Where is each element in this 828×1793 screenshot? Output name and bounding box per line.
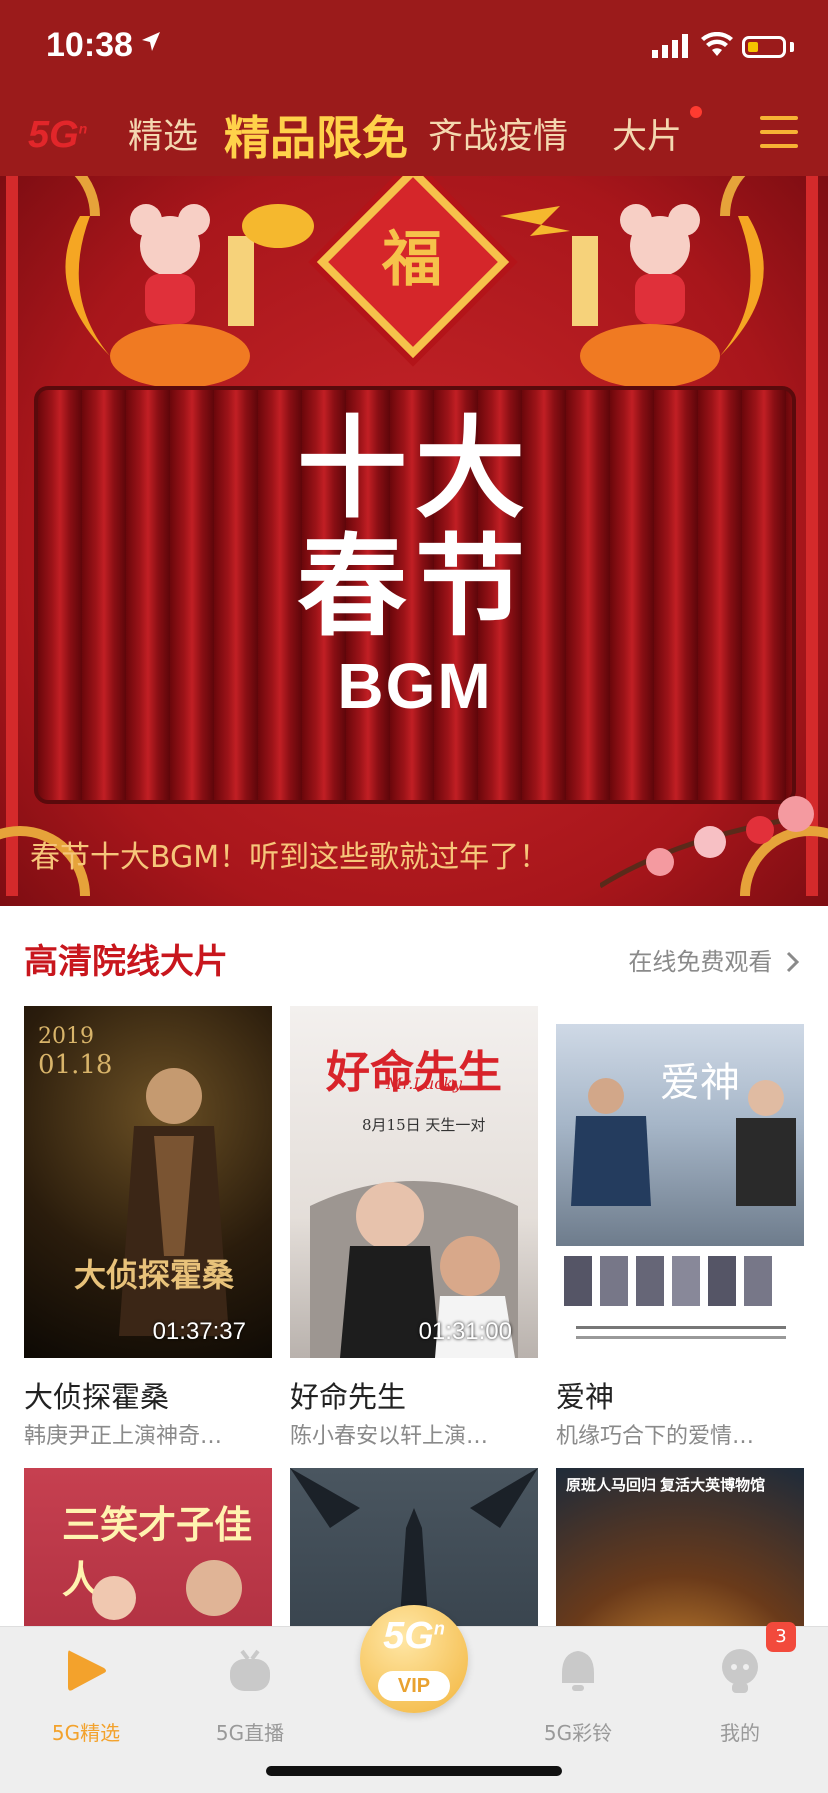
- tab-dapian[interactable]: 大片: [612, 108, 682, 159]
- play-icon: [68, 1650, 106, 1691]
- tab-label: 5G精选: [51, 1721, 121, 1745]
- movie-title: 爱神: [556, 1380, 615, 1414]
- poster-title: 大侦探霍桑: [74, 1256, 235, 1294]
- movie-description: 陈小春安以轩上演…: [290, 1424, 489, 1449]
- new-dot-indicator: [690, 106, 702, 118]
- section-title: 高清院线大片: [24, 942, 228, 982]
- banner-title-line1: 十大: [297, 404, 533, 533]
- banner-title: 十大 春节 BGM: [38, 410, 792, 726]
- curtain-backdrop: 十大 春节 BGM: [34, 386, 796, 804]
- tab-qizhan-yiqing[interactable]: 齐战疫情: [428, 108, 568, 159]
- movie-poster[interactable]: [290, 1468, 538, 1628]
- notification-badge: 3: [766, 1622, 796, 1652]
- menu-icon[interactable]: [760, 116, 798, 150]
- duration-label: 01:37:37: [152, 1318, 246, 1345]
- status-time: 10:38: [46, 26, 133, 64]
- status-bar: 10:38: [0, 0, 828, 96]
- see-more-link[interactable]: 在线免费观看: [628, 942, 800, 977]
- movie-poster[interactable]: 三笑才子佳人: [24, 1468, 272, 1628]
- movie-card[interactable]: 三笑才子佳人: [24, 1468, 272, 1628]
- movie-poster[interactable]: 2019 01.18 大侦探霍桑 01:37:37: [24, 1006, 272, 1358]
- hero-banner[interactable]: 福 十大 春节 BGM 春节十大BGM！听到这些歌就过年了！: [0, 176, 828, 906]
- banner-title-line3: BGM: [337, 650, 493, 722]
- movie-poster[interactable]: 爱神: [556, 1006, 804, 1358]
- banner-title-line2: 春节: [297, 522, 533, 651]
- battery-icon: [742, 36, 786, 58]
- poster-castle: [290, 1468, 538, 1618]
- movie-description: 机缘巧合下的爱情…: [556, 1424, 755, 1449]
- poster-date: 01.18: [38, 1050, 113, 1080]
- 5g-logo[interactable]: 5Gn: [28, 114, 87, 157]
- chevron-right-icon: [786, 951, 800, 973]
- tab-jingpin-xianmian[interactable]: 精品限免: [224, 102, 408, 168]
- movie-card[interactable]: [290, 1468, 538, 1628]
- plum-blossom-decoration: [600, 796, 814, 889]
- bell-icon: [562, 1651, 594, 1691]
- duration-label: 01:31:00: [418, 1318, 512, 1345]
- home-indicator: [266, 1766, 562, 1776]
- tab-label: 我的: [720, 1721, 760, 1745]
- movie-poster[interactable]: 好命先生 Mr.Lucky 8月15日 天生一对 01:31:00: [290, 1006, 538, 1358]
- user-icon: [722, 1649, 758, 1693]
- poster-figures: [92, 1560, 242, 1620]
- tab-label: 5G直播: [215, 1721, 285, 1745]
- cellular-signal-icon: [652, 34, 688, 58]
- movie-card[interactable]: 原班人马回归 复活大英博物馆: [556, 1468, 804, 1628]
- location-arrow-icon: [142, 32, 160, 51]
- poster-figures: [310, 1181, 518, 1358]
- poster-tagline: 原班人马回归 复活大英博物馆: [566, 1477, 766, 1494]
- see-more-label: 在线免费观看: [628, 948, 773, 976]
- movie-description: 韩庚尹正上演神奇…: [24, 1424, 223, 1449]
- banner-caption: 春节十大BGM！听到这些歌就过年了！: [30, 840, 550, 875]
- tv-icon: [230, 1649, 270, 1691]
- movie-title: 大侦探霍桑: [24, 1380, 170, 1414]
- vip-5g-label: 5Gn: [383, 1615, 445, 1657]
- movie-title: 好命先生: [290, 1380, 407, 1414]
- top-nav: 5Gn 精选 精品限免 齐战疫情 大片: [0, 96, 828, 176]
- wifi-icon: [701, 32, 733, 56]
- battery-nub: [790, 42, 794, 52]
- vip-label: VIP: [378, 1671, 450, 1701]
- tab-jingxuan[interactable]: 精选: [128, 108, 198, 159]
- poster-year: 2019: [38, 1024, 94, 1049]
- fu-character: 福: [382, 225, 442, 295]
- vip-button[interactable]: 5Gn VIP: [360, 1605, 468, 1713]
- tab-label: 5G彩铃: [543, 1721, 613, 1745]
- movie-poster[interactable]: 原班人马回归 复活大英博物馆: [556, 1468, 804, 1628]
- poster-title: 爱神: [660, 1060, 740, 1106]
